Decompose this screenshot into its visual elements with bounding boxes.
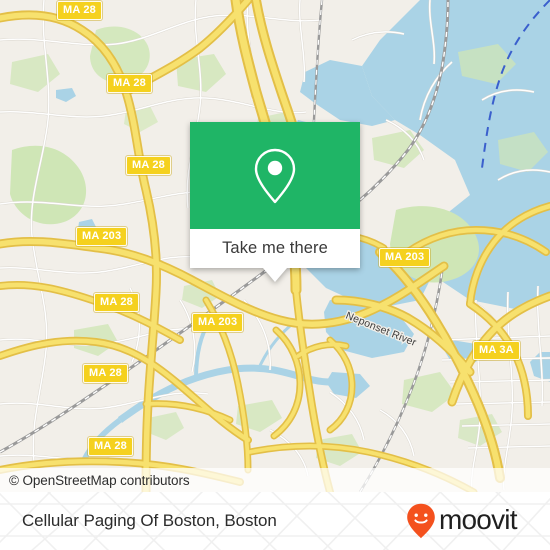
map-popup-callout[interactable]: Take me there (190, 122, 360, 282)
shield-ma3a: MA 3A (473, 341, 520, 360)
shield-ma203-right: MA 203 (379, 248, 431, 267)
shield-ma28-top-left: MA 28 (57, 1, 102, 20)
moovit-brand-logo[interactable]: moovit (406, 503, 536, 539)
popup-cta-label: Take me there (222, 239, 328, 257)
shield-ma28-left: MA 28 (94, 293, 139, 312)
moovit-wordmark: moovit (439, 506, 518, 535)
moovit-pin-smile-icon (407, 503, 435, 539)
shield-ma28-lower: MA 28 (83, 364, 128, 383)
shield-ma28-mid: MA 28 (126, 156, 171, 175)
attribution-text: © OpenStreetMap contributors (9, 472, 190, 488)
shield-ma28-upper: MA 28 (107, 74, 152, 93)
footer-bar: Cellular Paging Of Boston, Boston moovit (0, 492, 550, 550)
map-attribution: © OpenStreetMap contributors (0, 468, 550, 492)
screenshot-root: Neponset River MA 28 MA 28 MA 28 MA 203 MA 2… (0, 0, 550, 550)
popup-tail-icon (263, 268, 287, 282)
shield-ma203-center: MA 203 (192, 313, 244, 332)
shield-ma203-left: MA 203 (76, 227, 128, 246)
popup-pin-area (190, 122, 360, 229)
location-pin-icon (254, 148, 296, 203)
shield-ma28-bottom: MA 28 (88, 437, 133, 456)
page-title: Cellular Paging Of Boston, Boston (22, 511, 277, 530)
svg-text:moovit: moovit (439, 506, 518, 535)
popup-cta[interactable]: Take me there (190, 229, 360, 282)
